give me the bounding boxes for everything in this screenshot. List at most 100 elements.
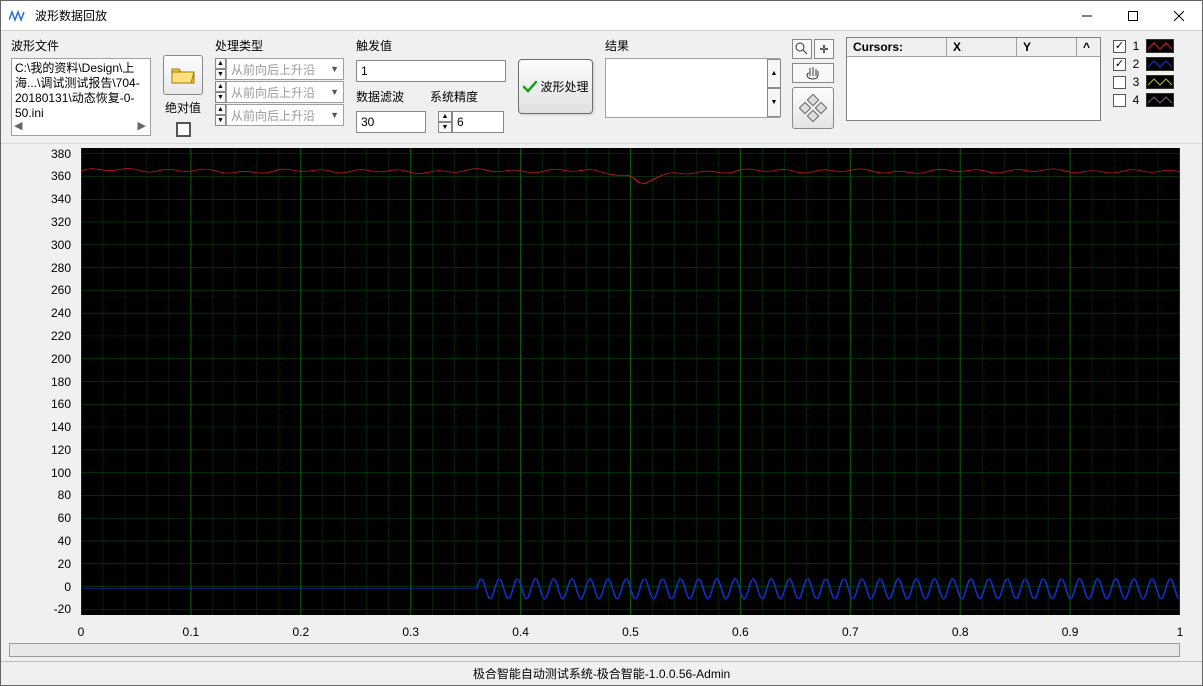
y-tick: 280: [51, 261, 71, 275]
app-icon: [7, 6, 27, 26]
y-tick: 320: [51, 215, 71, 229]
precision-input[interactable]: ▲▼ 6: [438, 111, 504, 133]
y-tick: -20: [54, 602, 71, 616]
legend-num: 1: [1130, 39, 1142, 53]
y-tick: 160: [51, 397, 71, 411]
legend: 1 2 3 4: [1113, 37, 1174, 107]
proc-type-group: 处理类型 ▲▼ 从前向后上升沿▼ ▲▼ 从前向后上升沿▼ ▲▼ 从前向后上升沿▼: [215, 37, 344, 127]
file-path-box[interactable]: C:\我的资料\Design\上海...\调试测试报告\704-20180131…: [11, 58, 151, 136]
cursor-col-x: X: [947, 38, 1017, 56]
graph-tools: ✛: [792, 37, 834, 129]
y-tick: 220: [51, 329, 71, 343]
y-tick: 100: [51, 466, 71, 480]
result-group: 结果 ▲▼: [605, 37, 780, 118]
y-tick: 260: [51, 283, 71, 297]
zoom-tool-icon[interactable]: [792, 39, 812, 59]
legend-checkbox[interactable]: [1113, 58, 1126, 71]
cursor-col-y: Y: [1017, 38, 1077, 56]
y-tick: 200: [51, 352, 71, 366]
abs-label: 绝对值: [163, 99, 203, 116]
pan-tool-icon[interactable]: [792, 63, 834, 83]
x-tick: 0.2: [292, 625, 309, 639]
legend-item-2[interactable]: 2: [1113, 57, 1174, 71]
legend-swatch: [1146, 39, 1174, 53]
status-text: 极合智能自动测试系统-极合智能-1.0.0.56-Admin: [473, 665, 730, 682]
y-tick: 140: [51, 420, 71, 434]
y-tick: 240: [51, 306, 71, 320]
folder-group: 绝对值: [163, 37, 203, 137]
process-button[interactable]: 波形处理: [518, 59, 593, 114]
cursor-scroll-up[interactable]: ^: [1077, 38, 1093, 56]
y-tick: 180: [51, 375, 71, 389]
precision-label: 系统精度: [430, 88, 478, 105]
y-tick: 0: [64, 580, 71, 594]
file-label: 波形文件: [11, 37, 151, 54]
y-tick: 340: [51, 192, 71, 206]
y-tick: 360: [51, 169, 71, 183]
maximize-button[interactable]: [1110, 1, 1156, 31]
result-label: 结果: [605, 37, 780, 54]
process-group: 波形处理: [518, 37, 593, 114]
proc-combo-2[interactable]: ▲▼ 从前向后上升沿▼: [215, 81, 344, 103]
main-window: 波形数据回放 波形文件 C:\我的资料\Design\上海...\调试测试报告\…: [0, 0, 1203, 686]
trigger-group: 触发值 1 数据滤波 系统精度 30 ▲▼ 6: [356, 37, 506, 133]
legend-checkbox[interactable]: [1113, 94, 1126, 107]
x-tick: 0.9: [1062, 625, 1079, 639]
legend-swatch: [1146, 57, 1174, 71]
proc-combo-1[interactable]: ▲▼ 从前向后上升沿▼: [215, 58, 344, 80]
trigger-label: 触发值: [356, 37, 506, 54]
cursor-col-title: Cursors:: [847, 38, 947, 56]
y-tick: 60: [58, 511, 71, 525]
legend-checkbox[interactable]: [1113, 76, 1126, 89]
result-box[interactable]: ▲▼: [605, 58, 780, 118]
file-path-text: C:\我的资料\Design\上海...\调试测试报告\704-20180131…: [15, 61, 147, 121]
titlebar: 波形数据回放: [1, 1, 1202, 31]
trigger-input[interactable]: 1: [356, 60, 506, 82]
x-tick: 0.4: [512, 625, 529, 639]
close-button[interactable]: [1156, 1, 1202, 31]
x-tick: 1: [1177, 625, 1184, 639]
x-tick: 0.1: [183, 625, 200, 639]
y-tick: 300: [51, 238, 71, 252]
y-tick: 20: [58, 557, 71, 571]
proc-combo-3[interactable]: ▲▼ 从前向后上升沿▼: [215, 104, 344, 126]
open-folder-button[interactable]: [163, 55, 203, 95]
x-tick: 0: [78, 625, 85, 639]
fit-tool-icon[interactable]: [792, 87, 834, 129]
chart-canvas[interactable]: [81, 148, 1180, 615]
crosshair-tool-icon[interactable]: ✛: [814, 39, 834, 59]
abs-checkbox[interactable]: [176, 122, 191, 137]
legend-item-3[interactable]: 3: [1113, 75, 1174, 89]
check-icon: [522, 79, 538, 95]
h-scrollbar[interactable]: [9, 643, 1180, 657]
legend-item-4[interactable]: 4: [1113, 93, 1174, 107]
chart-area: -200204060801001201401601802002202402602…: [1, 144, 1202, 661]
cursor-header: Cursors: X Y ^: [847, 38, 1100, 57]
statusbar: 极合智能自动测试系统-极合智能-1.0.0.56-Admin: [1, 661, 1202, 685]
legend-num: 3: [1130, 75, 1142, 89]
x-axis: 00.10.20.30.40.50.60.70.80.91: [81, 621, 1180, 641]
window-controls: [1064, 1, 1202, 31]
filter-label: 数据滤波: [356, 88, 404, 105]
x-tick: 0.8: [952, 625, 969, 639]
file-group: 波形文件 C:\我的资料\Design\上海...\调试测试报告\704-201…: [11, 37, 151, 136]
y-tick: 80: [58, 488, 71, 502]
legend-item-1[interactable]: 1: [1113, 39, 1174, 53]
y-tick: 120: [51, 443, 71, 457]
legend-swatch: [1146, 75, 1174, 89]
filter-input[interactable]: 30: [356, 111, 426, 133]
toolbar: 波形文件 C:\我的资料\Design\上海...\调试测试报告\704-201…: [1, 31, 1202, 144]
y-axis: -200204060801001201401601802002202402602…: [1, 148, 79, 615]
minimize-button[interactable]: [1064, 1, 1110, 31]
proc-type-label: 处理类型: [215, 37, 344, 54]
y-tick: 380: [51, 147, 71, 161]
chart-frame: [81, 148, 1180, 615]
legend-checkbox[interactable]: [1113, 40, 1126, 53]
cursor-table[interactable]: Cursors: X Y ^: [846, 37, 1101, 121]
x-tick: 0.3: [402, 625, 419, 639]
x-tick: 0.6: [732, 625, 749, 639]
x-tick: 0.5: [622, 625, 639, 639]
window-title: 波形数据回放: [33, 7, 1064, 24]
legend-num: 2: [1130, 57, 1142, 71]
legend-swatch: [1146, 93, 1174, 107]
